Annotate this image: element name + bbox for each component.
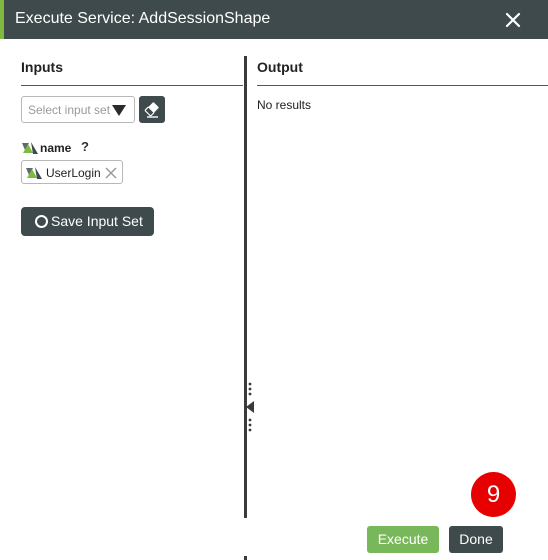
inputs-header: Inputs bbox=[21, 59, 63, 75]
step-badge: 9 bbox=[471, 472, 516, 517]
remove-x-icon[interactable] bbox=[104, 166, 118, 180]
circle-icon bbox=[35, 215, 48, 228]
thing-shape-icon bbox=[22, 142, 38, 154]
output-message: No results bbox=[257, 98, 312, 112]
parameter-name: name bbox=[40, 141, 72, 155]
clear-inputs-button[interactable] bbox=[139, 96, 165, 123]
input-set-select[interactable]: Select input set bbox=[21, 96, 135, 123]
drag-handle-icon[interactable] bbox=[247, 417, 253, 433]
output-divider bbox=[257, 85, 548, 86]
eraser-icon bbox=[144, 102, 159, 118]
save-input-set-button[interactable]: Save Input Set bbox=[21, 207, 154, 236]
close-icon[interactable] bbox=[500, 7, 526, 33]
parameter-help[interactable]: ? bbox=[81, 139, 89, 154]
dialog-title: Execute Service: AddSessionShape bbox=[15, 10, 271, 27]
inputs-divider bbox=[21, 85, 243, 86]
splitter-edge bbox=[244, 556, 247, 560]
save-input-set-label: Save Input Set bbox=[51, 213, 143, 229]
thing-shape-icon bbox=[26, 167, 42, 179]
parameter-value: UserLogin bbox=[46, 166, 101, 180]
panel-splitter[interactable] bbox=[244, 56, 247, 518]
execute-button[interactable]: Execute bbox=[367, 526, 439, 553]
dialog-titlebar: Execute Service: AddSessionShape bbox=[0, 0, 548, 39]
caret-down-icon bbox=[112, 105, 126, 116]
output-header: Output bbox=[257, 59, 303, 75]
collapse-arrow-icon[interactable] bbox=[244, 401, 254, 413]
input-set-placeholder: Select input set bbox=[28, 103, 111, 117]
parameter-value-chip[interactable]: UserLogin bbox=[21, 160, 123, 184]
done-button[interactable]: Done bbox=[449, 526, 503, 553]
drag-handle-icon[interactable] bbox=[247, 381, 253, 397]
